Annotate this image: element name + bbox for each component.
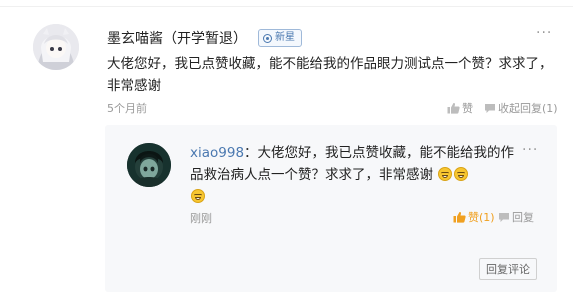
comment-timestamp: 5个月前 xyxy=(107,102,147,115)
commenter-avatar[interactable] xyxy=(33,24,79,70)
comment-like-label: 赞 xyxy=(462,102,473,115)
reply-more-menu-icon[interactable]: ··· xyxy=(522,142,538,158)
reply-separator: ： xyxy=(244,145,258,161)
comment-more-menu-icon[interactable]: ··· xyxy=(536,25,552,41)
comment-bubble-icon xyxy=(485,103,495,113)
comment-like-button[interactable]: 赞 xyxy=(447,100,473,116)
star-badge-icon xyxy=(263,33,272,43)
fold-replies-button[interactable]: 收起回复(1) xyxy=(484,100,558,116)
fold-replies-label: 收起回复(1) xyxy=(498,102,558,115)
grinning-emoji-icon xyxy=(191,189,205,203)
reply-like-label: 赞(1) xyxy=(468,211,495,224)
reply-timestamp: 刚刚 xyxy=(190,212,212,225)
replier-avatar[interactable] xyxy=(127,143,171,187)
grinning-emoji-icon xyxy=(454,167,469,181)
badge-label: 新星 xyxy=(275,32,295,43)
reply-reply-label: 回复 xyxy=(512,211,534,224)
replier-username[interactable]: xiao998 xyxy=(190,145,244,161)
comment-bubble-icon xyxy=(499,212,509,222)
top-divider xyxy=(0,0,573,7)
thumbs-up-icon xyxy=(453,211,466,223)
reply-text-block: xiao998：大佬您好，我已点赞收藏，能不能给我的作品救治病人点一个赞？求求了… xyxy=(190,142,516,208)
newstar-badge: 新星 xyxy=(258,29,302,47)
reply-reply-button[interactable]: 回复 xyxy=(498,209,534,225)
comment-text: 大佬您好，我已点赞收藏，能不能给我的作品眼力测试点一个赞？求求了，非常感谢 xyxy=(107,56,553,94)
grinning-emoji-icon xyxy=(438,167,453,181)
commenter-username[interactable]: 墨玄喵酱（开学暂退） xyxy=(107,28,247,48)
reply-comment-button[interactable]: 回复评论 xyxy=(479,258,537,280)
thumbs-up-icon xyxy=(447,102,460,114)
reply-like-button[interactable]: 赞(1) xyxy=(453,209,495,225)
